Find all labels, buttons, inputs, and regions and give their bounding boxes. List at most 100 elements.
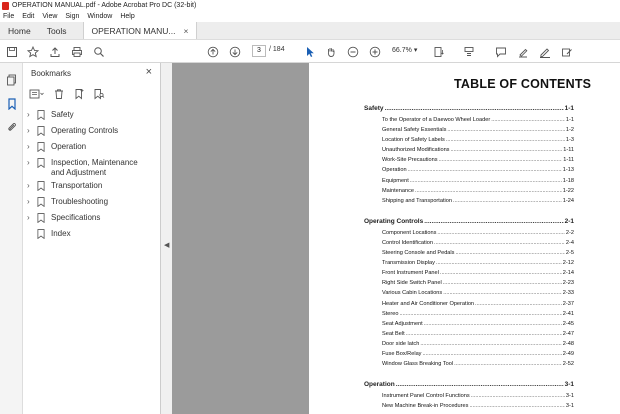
- toc-entry[interactable]: Heater and Air Conditioner Operation 2-37: [364, 299, 574, 309]
- toc-entry[interactable]: Various Cabin Locations 2-33: [364, 288, 574, 298]
- bookmark-icon: [37, 142, 46, 154]
- toc-section[interactable]: Operation 3-1: [364, 379, 574, 390]
- menu-edit[interactable]: Edit: [22, 13, 34, 20]
- sign-icon[interactable]: [539, 45, 551, 58]
- close-panel-icon[interactable]: ×: [146, 66, 152, 78]
- bookmark-icon: [37, 126, 46, 138]
- close-tab-icon[interactable]: ×: [183, 26, 188, 36]
- left-navigation-rail: [0, 63, 23, 414]
- toc-leader-dots: [422, 349, 561, 359]
- toc-entry[interactable]: Unauthorized Modifications 1-11: [364, 145, 574, 155]
- save-icon[interactable]: [6, 45, 18, 58]
- previous-page-icon[interactable]: [207, 45, 219, 58]
- bookmark-icon: [37, 158, 46, 170]
- bookmark-operation[interactable]: › Operation: [23, 141, 161, 157]
- menu-view[interactable]: View: [42, 13, 57, 20]
- bookmark-inspection-maintenance[interactable]: › Inspection, Maintenance and Adjustment: [23, 157, 161, 180]
- toc-entry[interactable]: Instrument Panel Control Functions 3-1: [364, 391, 574, 401]
- zoom-in-icon[interactable]: [369, 45, 381, 58]
- menu-window[interactable]: Window: [87, 13, 112, 20]
- toc-entry[interactable]: Component Locations 2-2: [364, 228, 574, 238]
- chevron-right-icon[interactable]: ›: [27, 126, 35, 135]
- toc-entry[interactable]: Operation 1-13: [364, 165, 574, 175]
- toc-leader-dots: [385, 103, 564, 114]
- delete-bookmark-icon[interactable]: [53, 88, 65, 100]
- toc-entry[interactable]: Control Identification 2-4: [364, 238, 574, 248]
- menu-help[interactable]: Help: [120, 13, 134, 20]
- zoom-level-select[interactable]: 66.7% ▾: [392, 45, 428, 57]
- chevron-right-icon[interactable]: ›: [27, 142, 35, 151]
- chevron-right-icon[interactable]: ›: [27, 110, 35, 119]
- bookmark-operating-controls[interactable]: › Operating Controls: [23, 125, 161, 141]
- toc-entry[interactable]: Shipping and Transportation 1-24: [364, 196, 574, 206]
- page-title: TABLE OF CONTENTS: [454, 77, 592, 91]
- find-bookmark-icon[interactable]: [93, 88, 105, 100]
- menu-sign[interactable]: Sign: [65, 13, 79, 20]
- bookmark-label: Troubleshooting: [51, 197, 109, 206]
- panel-splitter[interactable]: ◀: [161, 63, 172, 414]
- bookmark-specifications[interactable]: › Specifications: [23, 212, 161, 228]
- page-thumbnails-icon[interactable]: [5, 73, 18, 86]
- chevron-right-icon[interactable]: ›: [27, 158, 35, 167]
- bookmark-safety[interactable]: › Safety: [23, 109, 161, 125]
- select-cursor-icon[interactable]: [304, 45, 316, 58]
- toc-entry[interactable]: General Safety Essentials 1-2: [364, 125, 574, 135]
- toc-entry[interactable]: Location of Safety Labels 1-3: [364, 135, 574, 145]
- toc-entry-title: Transmission Display: [382, 260, 435, 267]
- page-number-input[interactable]: 3: [252, 45, 266, 57]
- toc-leader-dots: [450, 145, 562, 155]
- tab-document[interactable]: OPERATION MANU... ×: [82, 22, 198, 39]
- chevron-right-icon[interactable]: ›: [27, 197, 35, 206]
- menu-file[interactable]: File: [3, 13, 14, 20]
- toc-entry-page: 2-41: [562, 310, 574, 317]
- fill-sign-icon[interactable]: [561, 45, 573, 58]
- bookmark-transportation[interactable]: › Transportation: [23, 180, 161, 196]
- bookmark-star-icon[interactable]: [27, 45, 39, 58]
- toc-entry[interactable]: Door side latch 2-48: [364, 339, 574, 349]
- toc-entry[interactable]: Window Glass Breaking Tool 2-52: [364, 359, 574, 369]
- comment-icon[interactable]: [495, 45, 507, 58]
- chevron-right-icon[interactable]: ›: [27, 181, 35, 190]
- chevron-right-icon[interactable]: ›: [27, 213, 35, 222]
- page-total: / 184: [269, 46, 285, 53]
- toc-entry[interactable]: Front Instrument Panel 2-14: [364, 268, 574, 278]
- highlight-pen-icon[interactable]: [517, 45, 529, 58]
- scroll-mode-icon[interactable]: [463, 45, 475, 58]
- toc-entry-page: 1-11: [563, 157, 574, 164]
- hand-tool-icon[interactable]: [325, 45, 337, 58]
- search-icon[interactable]: [93, 45, 105, 58]
- toc-entry[interactable]: New Machine Break-in Procedures 3-1: [364, 401, 574, 411]
- tab-home[interactable]: Home: [0, 22, 39, 39]
- upload-icon[interactable]: [49, 45, 61, 58]
- toc-entry[interactable]: Equipment 1-18: [364, 176, 574, 186]
- toc-entry[interactable]: Maintenance 1-22: [364, 186, 574, 196]
- toc-entry-title: Unauthorized Modifications: [382, 147, 450, 154]
- toc-section[interactable]: Operating Controls 2-1: [364, 216, 574, 227]
- collapse-panel-icon[interactable]: ◀: [164, 241, 169, 249]
- toc-entry[interactable]: Seat Belt 2-47: [364, 329, 574, 339]
- toc-entry[interactable]: Stereo 2-41: [364, 309, 574, 319]
- toc-entry[interactable]: Fuse Box/Relay 2-49: [364, 349, 574, 359]
- bookmark-troubleshooting[interactable]: › Troubleshooting: [23, 196, 161, 212]
- toc-entry[interactable]: Seat Adjustment 2-45: [364, 319, 574, 329]
- fit-page-icon[interactable]: [433, 45, 445, 58]
- toc-entry-title: Heater and Air Conditioner Operation: [382, 300, 475, 307]
- next-page-icon[interactable]: [229, 45, 241, 58]
- attachments-icon[interactable]: [5, 120, 18, 133]
- print-icon[interactable]: [71, 45, 83, 58]
- toc-section-page: 2-1: [564, 217, 574, 225]
- tab-tools[interactable]: Tools: [39, 22, 75, 39]
- zoom-out-icon[interactable]: [347, 45, 359, 58]
- document-viewport[interactable]: TABLE OF CONTENTS Safety1-1To the Operat…: [172, 63, 620, 414]
- toc-entry[interactable]: Steering Console and Pedals 2-5: [364, 248, 574, 258]
- toc-entry[interactable]: Work-Site Precautions 1-11: [364, 155, 574, 165]
- bookmarks-panel-icon[interactable]: [5, 97, 18, 110]
- toc-entry[interactable]: To the Operator of a Daewoo Wheel Loader…: [364, 115, 574, 125]
- bookmark-index[interactable]: Index: [23, 228, 161, 244]
- new-bookmark-icon[interactable]: [73, 88, 85, 100]
- toc-entry[interactable]: Transmission Display 2-12: [364, 258, 574, 268]
- toc-section[interactable]: Safety 1-1: [364, 103, 574, 114]
- toc-entry-title: General Safety Essentials: [382, 127, 447, 134]
- toc-entry[interactable]: Right Side Switch Panel 2-23: [364, 278, 574, 288]
- bookmark-options-icon[interactable]: [29, 88, 45, 100]
